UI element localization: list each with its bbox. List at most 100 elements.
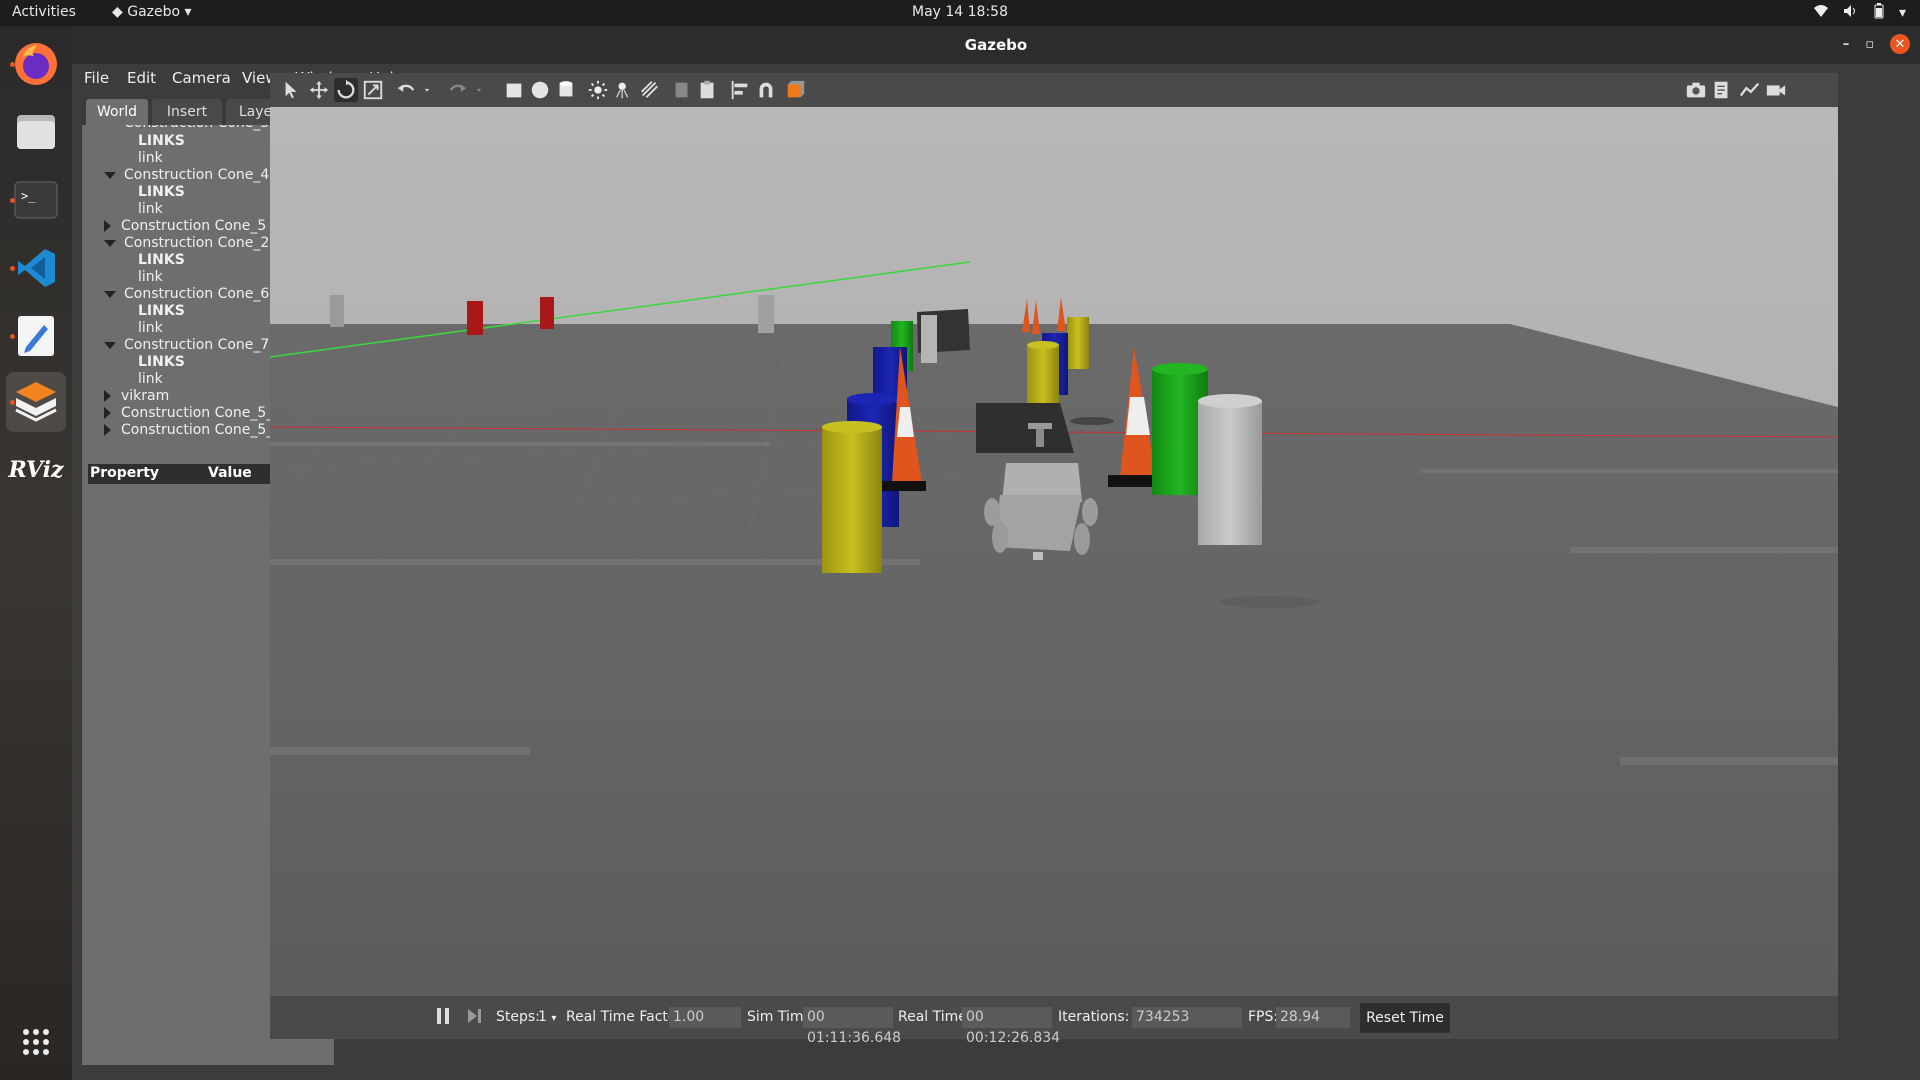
tree-item[interactable]: LINKS [138,133,185,150]
close-button[interactable]: ✕ [1890,34,1910,54]
tree-item-label: vikram [121,388,170,404]
tree-item-label: Construction Cone_7 [124,337,270,353]
view-angle-button[interactable] [784,78,808,102]
select-arrow-button[interactable] [280,78,304,102]
tree-item[interactable]: Construction Cone_6 [104,286,269,303]
undo-button[interactable] [394,78,418,102]
tree-item[interactable]: link [138,201,163,218]
rotate-button[interactable] [334,78,358,102]
tree-item[interactable]: LINKS [138,303,185,320]
cylinder-button[interactable] [554,78,578,102]
running-indicator [10,266,15,271]
tab-world[interactable]: World [86,99,148,125]
app-menu[interactable]: ◆ Gazebo ▾ [112,4,192,20]
expand-arrow-down-icon[interactable] [104,171,116,179]
running-indicator [10,400,15,405]
copy-button[interactable] [670,78,694,102]
maximize-button[interactable]: ▫ [1865,37,1874,52]
menu-camera[interactable]: Camera [172,69,231,87]
chevron-down-icon: ▾ [184,4,192,20]
text-editor-launcher[interactable] [6,306,66,366]
tree-item[interactable]: link [138,371,163,388]
tree-item[interactable]: link [138,150,163,167]
cylinder-top [1027,341,1059,349]
expand-arrow-down-icon[interactable] [104,341,116,349]
real-time-label: Real Time: [898,1009,972,1025]
align-icon [731,80,748,100]
expand-arrow-right-icon[interactable] [104,407,111,419]
value-column-header: Value [208,465,252,481]
tree-item[interactable]: LINKS [138,354,185,371]
point-light-button[interactable] [586,78,610,102]
steps-value: 1 [538,1009,547,1025]
tree-item[interactable]: Construction Cone_7 [104,337,269,354]
menu-edit[interactable]: Edit [127,69,156,87]
expand-arrow-down-icon[interactable] [104,290,116,298]
cylinder-icon [559,81,573,97]
plot-icon [1739,82,1760,97]
system-tray[interactable]: ▾ [1813,3,1906,23]
menu-file[interactable]: File [84,69,109,87]
tree-item[interactable]: LINKS [138,184,185,201]
plot-button[interactable] [1738,78,1762,102]
tree-item-label: Construction Cone_4 [124,167,270,183]
files-launcher[interactable] [6,102,66,162]
redo-button[interactable] [446,78,470,102]
step-button[interactable] [466,1007,482,1029]
tree-item[interactable]: link [138,320,163,337]
gazebo-small-icon: ◆ [112,4,123,20]
directional-light-button[interactable] [638,78,662,102]
firefox-launcher[interactable] [6,34,66,94]
snap-button[interactable] [754,78,778,102]
window-titlebar[interactable]: Gazebo – ▫ ✕ [72,26,1920,64]
cone-base [882,481,926,491]
step-forward-icon [468,1009,481,1023]
redo-dropdown-button[interactable] [472,78,486,102]
tree-item[interactable]: vikram [104,388,169,405]
log-icon [1714,81,1728,99]
terminal-launcher[interactable]: >_ [6,170,66,230]
tree-item[interactable]: LINKS [138,252,185,269]
tree-item[interactable]: link [138,269,163,286]
pause-button[interactable] [436,1007,450,1029]
screenshot-button[interactable] [1684,78,1708,102]
record-video-icon [1766,85,1786,96]
3d-viewport[interactable] [270,107,1838,996]
cylinder-top [1152,363,1208,375]
redo-icon [449,84,467,92]
align-button[interactable] [728,78,752,102]
clock[interactable]: May 14 18:58 [0,4,1920,20]
paste-button[interactable] [696,78,720,102]
running-indicator [10,198,15,203]
record-video-button[interactable] [1764,78,1788,102]
shadow [1070,417,1114,425]
expand-arrow-down-icon[interactable] [104,239,116,247]
box-icon [506,83,522,98]
volume-icon [1843,4,1859,22]
tree-item[interactable]: Construction Cone_4 [104,167,269,184]
expand-arrow-right-icon[interactable] [104,424,111,436]
steps-spinner[interactable]: 1 ▾ [538,1009,556,1025]
undo-dropdown-button[interactable] [420,78,434,102]
tab-insert[interactable]: Insert [152,99,222,125]
sphere-button[interactable] [528,78,552,102]
expand-arrow-right-icon[interactable] [104,390,111,402]
activities-button[interactable]: Activities [12,4,76,20]
translate-button[interactable] [307,78,331,102]
tree-item[interactable]: Construction Cone_3 [124,125,269,132]
show-applications-button[interactable] [6,1012,66,1072]
real-time-field: 00 00:12:26.834 [962,1007,1060,1046]
iterations-field: 734253 [1132,1007,1242,1028]
tree-item[interactable]: Construction Cone_2 [104,235,269,252]
box-button[interactable] [502,78,526,102]
vscode-launcher[interactable] [6,238,66,298]
expand-arrow-right-icon[interactable] [104,220,111,232]
spot-light-button[interactable] [612,78,636,102]
rviz-launcher[interactable]: RViz [6,440,66,500]
minimize-button[interactable]: – [1843,37,1850,52]
scale-button[interactable] [361,78,385,102]
log-button[interactable] [1710,78,1734,102]
reset-time-button[interactable]: Reset Time [1360,1003,1450,1033]
gazebo-launcher[interactable] [6,372,66,432]
tree-item[interactable]: Construction Cone_5 [104,218,266,235]
